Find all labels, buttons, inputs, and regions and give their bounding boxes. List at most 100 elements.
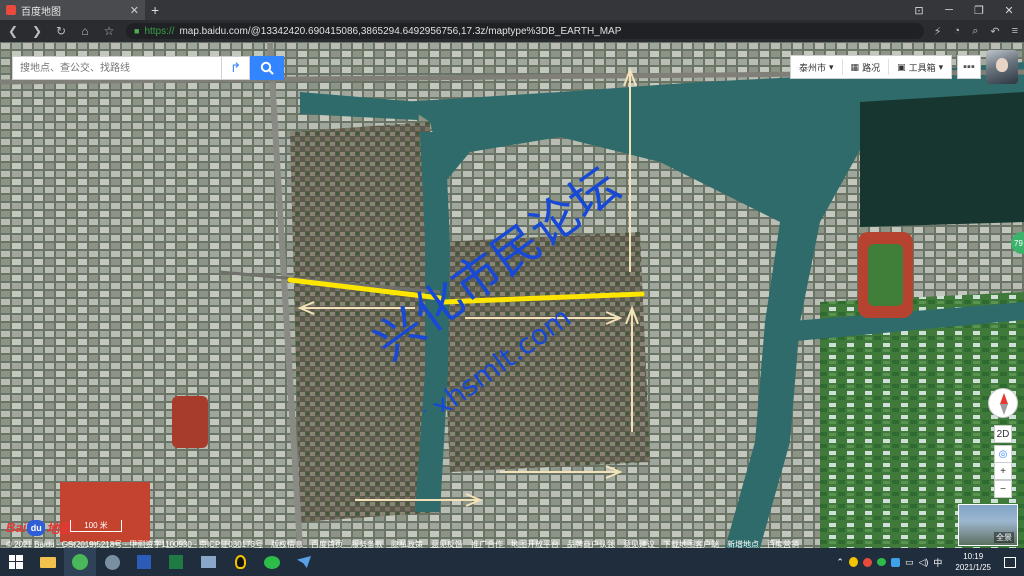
file-explorer-button[interactable] bbox=[32, 548, 64, 576]
start-button[interactable] bbox=[0, 548, 32, 576]
search-icon bbox=[260, 61, 274, 75]
watermark-graphic: 兴化市民论坛 www.xhsmlt.com bbox=[364, 157, 630, 412]
excel-icon bbox=[169, 555, 183, 569]
message-button[interactable]: ▪▪▪ bbox=[957, 55, 981, 79]
secure-lock-icon: ■ bbox=[134, 26, 140, 36]
forward-arrow-icon[interactable]: ❯ bbox=[30, 24, 44, 38]
city-label: 泰州市 bbox=[799, 62, 827, 73]
user-avatar[interactable] bbox=[986, 50, 1018, 84]
url-scheme: https:// bbox=[144, 25, 175, 37]
media-player-button[interactable] bbox=[96, 548, 128, 576]
tab-close-icon[interactable]: ✕ bbox=[130, 4, 139, 17]
locate-icon: ◎ bbox=[998, 448, 1008, 460]
2d-toggle-button[interactable]: 2D bbox=[994, 425, 1012, 443]
image-icon bbox=[200, 556, 216, 568]
footer-link[interactable]: 新增地点 bbox=[727, 539, 759, 549]
footer-link[interactable]: 品牌商户认领 bbox=[567, 539, 615, 549]
menu-icon[interactable]: ≡ bbox=[1012, 25, 1018, 38]
clock-date: 2021/1/25 bbox=[955, 563, 991, 572]
footer-link[interactable]: 百度营销 bbox=[767, 539, 799, 549]
network-icon[interactable]: ▭ bbox=[905, 557, 914, 568]
url-field[interactable]: ■ https:// map.baidu.com/@13342420.690415… bbox=[126, 23, 924, 39]
reload-icon[interactable]: ↻ bbox=[54, 24, 68, 38]
excel-button[interactable] bbox=[160, 548, 192, 576]
browser-tab-bar: 百度地图 ✕ + ⊡ ─ ❐ ✕ bbox=[0, 0, 1024, 20]
security-tray-icon[interactable] bbox=[890, 557, 900, 567]
system-tray: ⌃ ▭ ◁) 中 10:19 2021/1/25 bbox=[836, 548, 1024, 576]
window-minimize-button[interactable]: ─ bbox=[934, 0, 964, 20]
bookmark-star-icon[interactable]: ☆ bbox=[102, 24, 116, 38]
logo-part-3: 地图 bbox=[46, 521, 73, 536]
route-button[interactable]: ↱ bbox=[222, 56, 250, 80]
footer-link[interactable]: 版权信息 bbox=[271, 539, 303, 549]
search-input[interactable] bbox=[13, 57, 221, 79]
browser-address-bar: ❮ ❯ ↻ ⌂ ☆ ■ https:// map.baidu.com/@13342… bbox=[0, 20, 1024, 42]
taskbar-clock[interactable]: 10:19 2021/1/25 bbox=[955, 551, 991, 573]
extension-icon[interactable]: ◔ bbox=[954, 25, 961, 38]
mail-button[interactable] bbox=[288, 548, 320, 576]
ime-icon[interactable]: 中 bbox=[933, 556, 942, 569]
search-box bbox=[12, 56, 222, 80]
chat-bubble-icon: ▪▪▪ bbox=[963, 61, 975, 73]
qq-tray-icon[interactable] bbox=[848, 557, 858, 567]
copyright-text: © 2021 Baidu - GS(2019)5218号 - 甲测资字11009… bbox=[6, 539, 263, 549]
notifications-icon[interactable] bbox=[1004, 556, 1016, 568]
browser-tab[interactable]: 百度地图 ✕ bbox=[0, 0, 145, 20]
logo-part-1: Bai bbox=[6, 520, 27, 535]
footer-link[interactable]: 意见反馈 bbox=[431, 539, 463, 549]
window-close-button[interactable]: ✕ bbox=[994, 0, 1024, 20]
word-icon bbox=[137, 555, 151, 569]
search-engine-icon[interactable]: ⌕ bbox=[972, 25, 978, 38]
lightning-icon[interactable]: ⚡ bbox=[934, 25, 942, 38]
word-button[interactable] bbox=[128, 548, 160, 576]
traffic-button[interactable]: ▦ 路况 bbox=[843, 59, 890, 75]
footer-link[interactable]: 地图开放平台 bbox=[511, 539, 559, 549]
window-pin-button[interactable]: ⊡ bbox=[904, 0, 934, 20]
window-restore-button[interactable]: ❐ bbox=[964, 0, 994, 20]
footer-link[interactable]: 服务条款 bbox=[351, 539, 383, 549]
qq-penguin-icon bbox=[234, 555, 246, 569]
satellite-map[interactable]: 兴化市民论坛 www.xhsmlt.com ↱ 泰州市 ▾ ▦ 路况 bbox=[0, 42, 1024, 548]
footer-link[interactable]: 推广合作 bbox=[471, 539, 503, 549]
chevron-down-icon: ▾ bbox=[938, 61, 944, 72]
chevron-down-icon: ▾ bbox=[829, 61, 834, 72]
footer-link[interactable]: 百度首页 bbox=[311, 539, 343, 549]
browser-taskbar-button[interactable] bbox=[64, 548, 96, 576]
toolbox-button[interactable]: ▣ 工具箱 ▾ bbox=[889, 59, 951, 75]
tray-app-icon[interactable] bbox=[862, 557, 872, 567]
footer-link[interactable]: 下载地图客户端 bbox=[663, 539, 719, 549]
wechat-tray-icon[interactable] bbox=[876, 558, 886, 566]
new-tab-button[interactable]: + bbox=[151, 2, 159, 18]
footer-link[interactable]: 隐私政策 bbox=[391, 539, 423, 549]
home-icon[interactable]: ⌂ bbox=[78, 24, 92, 38]
tab-title: 百度地图 bbox=[21, 6, 61, 18]
wechat-button[interactable] bbox=[256, 548, 288, 576]
image-viewer-button[interactable] bbox=[192, 548, 224, 576]
clock-time: 10:19 bbox=[963, 552, 984, 561]
route-turn-icon: ↱ bbox=[230, 60, 241, 75]
compass-icon bbox=[1000, 393, 1008, 415]
undo-icon[interactable]: ↶ bbox=[990, 25, 999, 38]
media-icon bbox=[104, 554, 120, 570]
volume-icon[interactable]: ◁) bbox=[918, 557, 928, 568]
wechat-icon bbox=[264, 555, 280, 569]
compass-control[interactable] bbox=[988, 388, 1018, 418]
url-text: map.baidu.com/@13342420.690415086,386529… bbox=[179, 25, 622, 37]
bird-icon bbox=[297, 556, 311, 568]
traffic-label: 路况 bbox=[862, 62, 881, 73]
tray-expand-icon[interactable]: ⌃ bbox=[836, 557, 844, 568]
zoom-in-button[interactable]: + bbox=[994, 462, 1012, 480]
scale-bar: 100 米 bbox=[70, 520, 122, 532]
watermark-name: 兴化市民论坛 bbox=[364, 157, 630, 372]
baidu-map-favicon-icon bbox=[6, 5, 16, 15]
app-window: 百度地图 ✕ + ⊡ ─ ❐ ✕ ❮ ❯ ↻ ⌂ ☆ ■ https:// map… bbox=[0, 0, 1024, 576]
browser-icon bbox=[72, 554, 88, 570]
footer-link[interactable]: 意见建议 bbox=[623, 539, 655, 549]
locate-button[interactable]: ◎ bbox=[994, 445, 1012, 463]
search-button[interactable] bbox=[250, 56, 284, 80]
toolbox-label: 工具箱 bbox=[908, 62, 936, 73]
zoom-out-button[interactable]: − bbox=[994, 480, 1012, 498]
qq-button[interactable] bbox=[224, 548, 256, 576]
back-arrow-icon[interactable]: ❮ bbox=[6, 24, 20, 38]
city-selector[interactable]: 泰州市 ▾ bbox=[791, 59, 843, 75]
